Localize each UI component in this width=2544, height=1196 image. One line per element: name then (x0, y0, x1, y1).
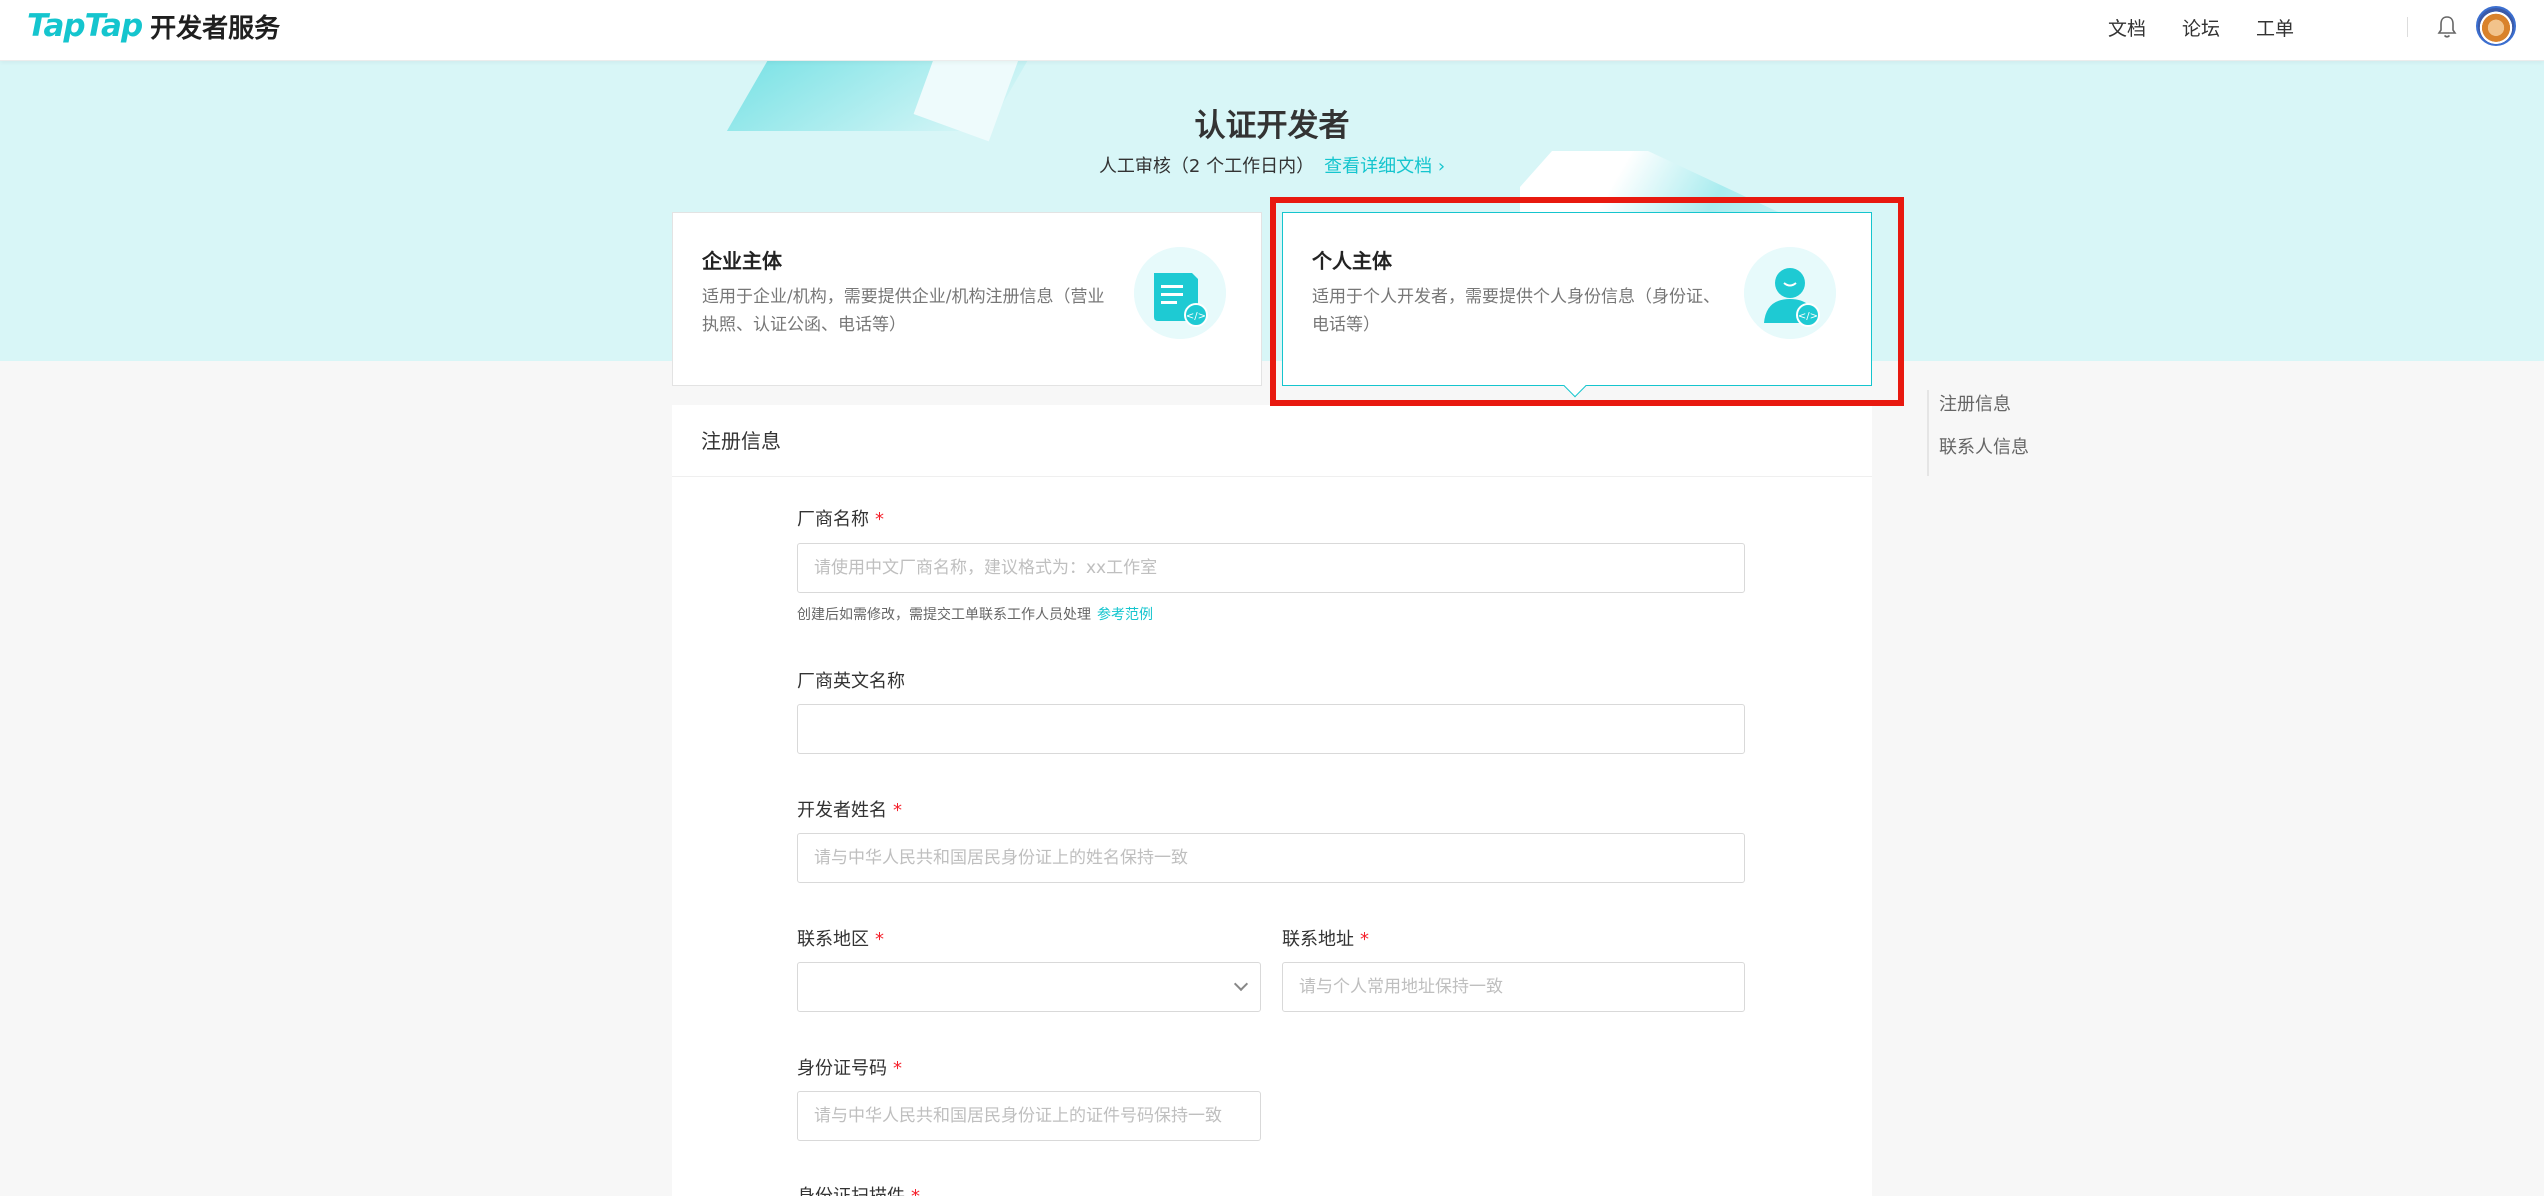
vendor-name-label: 厂商名称 * (797, 505, 884, 531)
label-text: 联系地区 (797, 929, 869, 950)
vendor-en-name-label: 厂商英文名称 (797, 667, 905, 693)
label-text: 厂商英文名称 (797, 671, 905, 692)
nav-divider (2407, 17, 2408, 37)
required-mark: * (893, 800, 902, 821)
region-select[interactable] (797, 962, 1261, 1012)
anchor-nav: 注册信息 联系人信息 (1927, 390, 2029, 476)
form-panel: 注册信息 厂商名称 * 请使用中文厂商名称，建议格式为：xx工作室 创建后如需修改… (672, 405, 1872, 1196)
nav-tickets[interactable]: 工单 (2256, 14, 2294, 41)
card-title: 个人主体 (1312, 249, 1392, 273)
svg-text:</>: </> (1186, 311, 1206, 322)
chevron-down-icon (1233, 976, 1249, 992)
person-code-icon: </> (1744, 247, 1836, 339)
card-enterprise[interactable]: 企业主体 适用于企业/机构，需要提供企业/机构注册信息（营业执照、认证公函、电话… (672, 212, 1262, 386)
page-subtitle: 人工审核（2 个工作日内） 查看详细文档 › (0, 152, 2544, 178)
review-note: 人工审核（2 个工作日内） (1098, 156, 1315, 177)
user-avatar[interactable] (2476, 6, 2516, 46)
logo-brand: TapTap (27, 8, 143, 44)
vendor-name-hint: 创建后如需修改，需提交工单联系工作人员处理 参考范例 (797, 604, 1153, 624)
logo-subtitle: 开发者服务 (150, 13, 281, 44)
id-attachment-label: 身份证扫描件 * (797, 1182, 920, 1196)
id-number-label: 身份证号码 * (797, 1054, 902, 1080)
taptap-logo[interactable]: TapTap 开发者服务 (27, 8, 280, 44)
region-label: 联系地区 * (797, 925, 884, 951)
bell-icon[interactable] (2435, 14, 2459, 40)
address-label: 联系地址 * (1282, 925, 1369, 951)
vendor-en-name-input[interactable] (797, 704, 1745, 754)
vendor-name-input[interactable]: 请使用中文厂商名称，建议格式为：xx工作室 (797, 543, 1745, 593)
card-title: 企业主体 (702, 249, 782, 273)
doc-link[interactable]: 查看详细文档 › (1324, 156, 1445, 177)
anchor-contact[interactable]: 联系人信息 (1939, 433, 2029, 476)
top-navbar: TapTap 开发者服务 文档 论坛 工单 (0, 0, 2544, 61)
example-link[interactable]: 参考范例 (1097, 607, 1153, 623)
nav-forum[interactable]: 论坛 (2182, 14, 2220, 41)
developer-name-input[interactable]: 请与中华人民共和国居民身份证上的姓名保持一致 (797, 833, 1745, 883)
developer-name-label: 开发者姓名 * (797, 796, 902, 822)
anchor-registration[interactable]: 注册信息 (1939, 390, 2029, 433)
page-title: 认证开发者 (1194, 108, 1350, 144)
svg-text:</>: </> (1798, 311, 1818, 322)
label-text: 开发者姓名 (797, 800, 887, 821)
address-input[interactable]: 请与个人常用地址保持一致 (1282, 962, 1745, 1012)
label-text: 联系地址 (1282, 929, 1354, 950)
required-mark: * (875, 929, 884, 950)
selected-pointer (1563, 374, 1587, 398)
section-title: 注册信息 (672, 405, 1872, 477)
label-text: 身份证号码 (797, 1058, 887, 1079)
id-number-input[interactable]: 请与中华人民共和国居民身份证上的证件号码保持一致 (797, 1091, 1261, 1141)
required-mark: * (911, 1186, 920, 1196)
card-description: 适用于企业/机构，需要提供企业/机构注册信息（营业执照、认证公函、电话等） (702, 287, 1105, 335)
label-text: 厂商名称 (797, 509, 869, 530)
label-text: 身份证扫描件 (797, 1186, 905, 1196)
document-code-icon: </> (1134, 247, 1226, 339)
card-description: 适用于个人开发者，需要提供个人身份信息（身份证、电话等） (1312, 287, 1720, 335)
top-nav: 文档 论坛 工单 (2108, 14, 2294, 41)
required-mark: * (1360, 929, 1369, 950)
card-individual[interactable]: 个人主体 适用于个人开发者，需要提供个人身份信息（身份证、电话等） </> (1282, 212, 1872, 398)
nav-docs[interactable]: 文档 (2108, 14, 2146, 41)
hint-text: 创建后如需修改，需提交工单联系工作人员处理 (797, 607, 1091, 623)
required-mark: * (875, 509, 884, 530)
required-mark: * (893, 1058, 902, 1079)
